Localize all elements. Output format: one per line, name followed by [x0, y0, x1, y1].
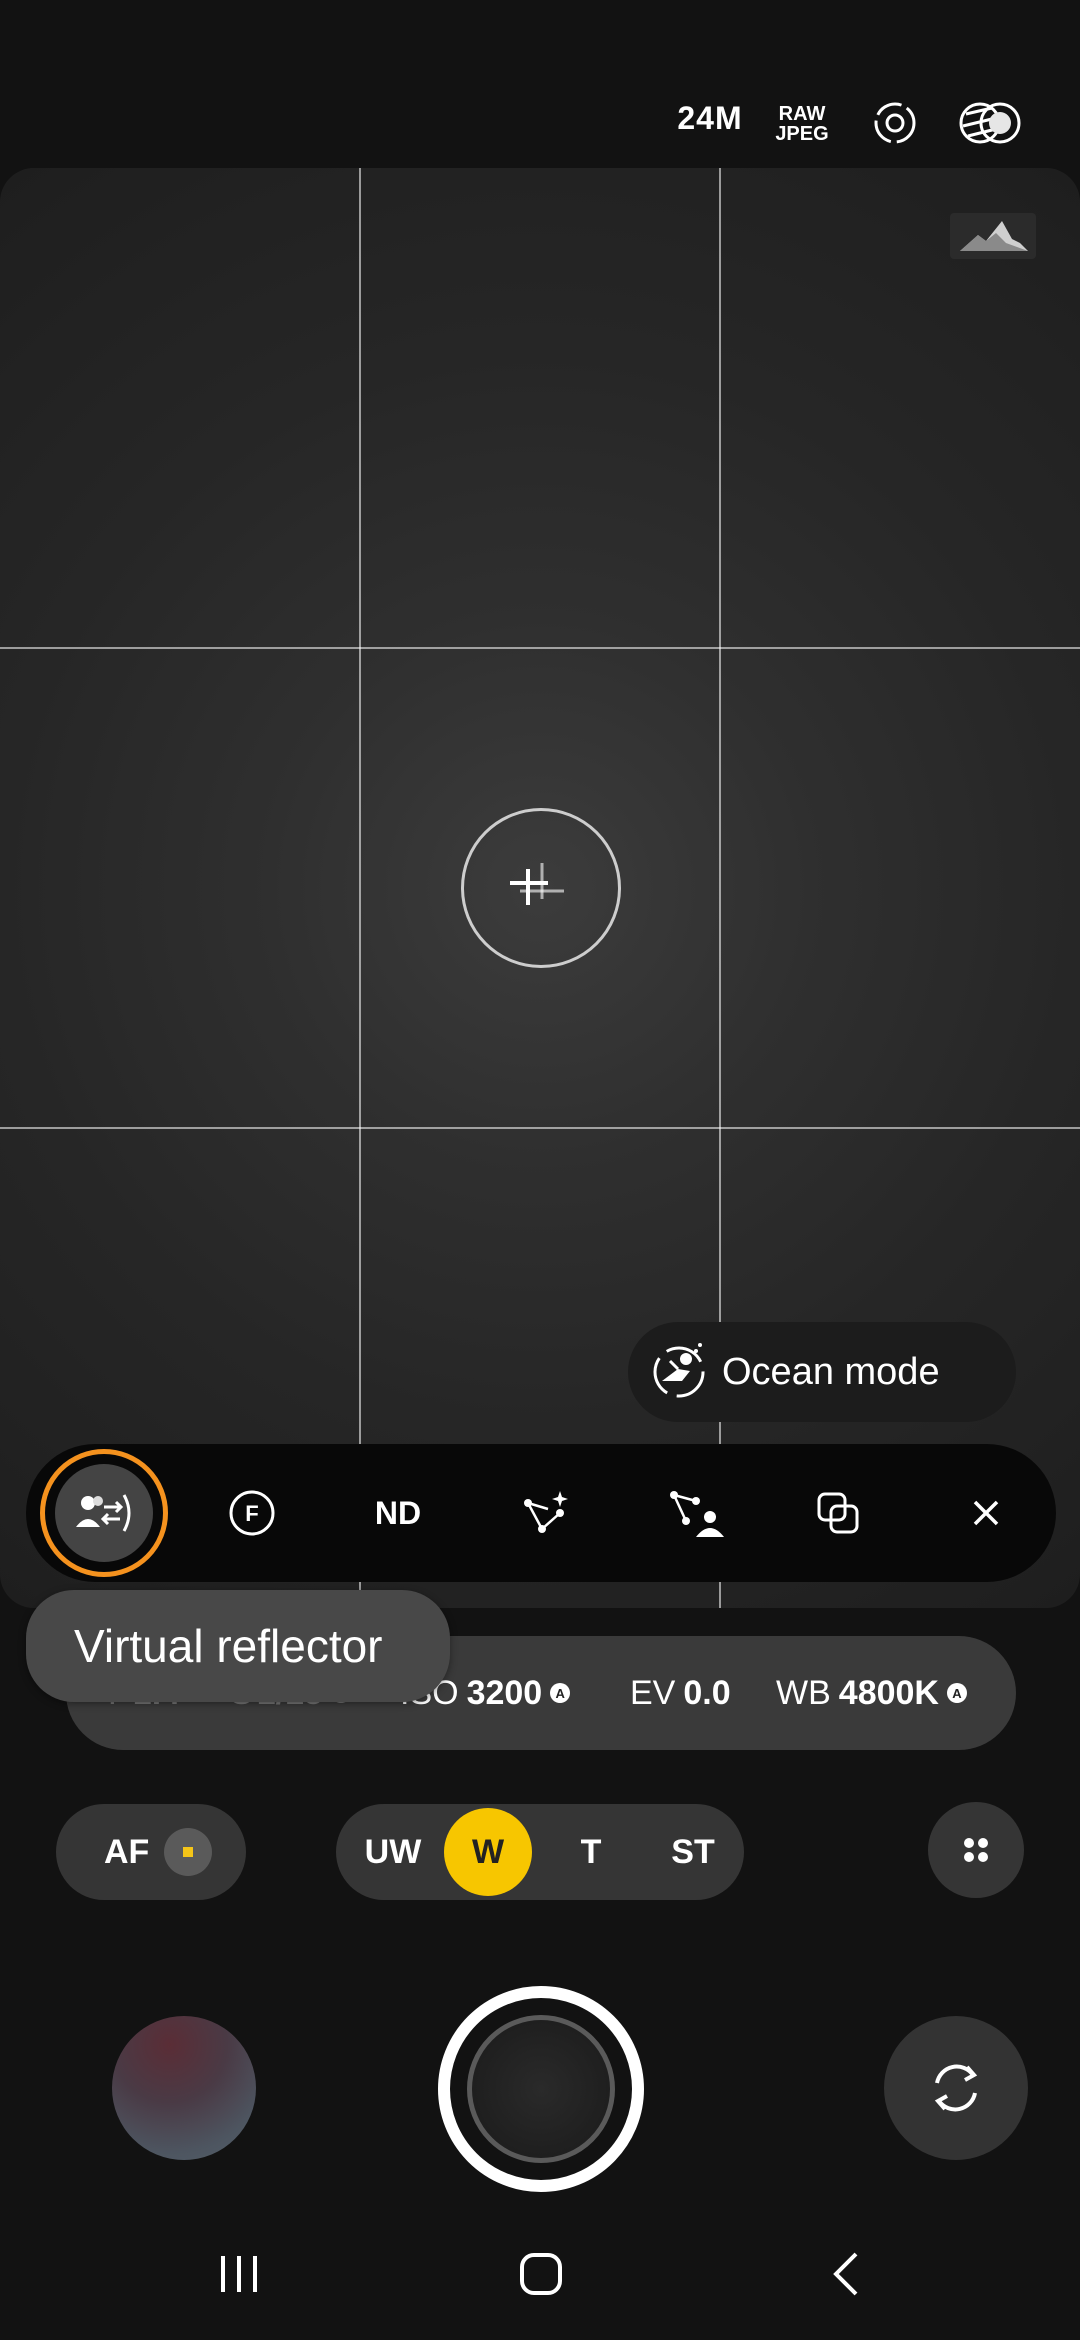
wb-setting[interactable]: WB 4800K A	[776, 1636, 967, 1750]
switch-camera-icon	[923, 2055, 989, 2121]
switch-camera-button[interactable]	[884, 2016, 1028, 2160]
recent-apps-button[interactable]	[194, 2236, 284, 2312]
nd-filter-button[interactable]: ND	[348, 1444, 448, 1582]
motion-photo-icon[interactable]	[868, 96, 922, 155]
nd-label: ND	[374, 1494, 422, 1531]
ev-label: EV	[630, 1673, 676, 1712]
auto-badge: A	[946, 1683, 967, 1703]
wb-label: WB	[776, 1673, 831, 1712]
histogram-icon[interactable]	[950, 213, 1036, 259]
four-dots-icon	[960, 1834, 992, 1866]
gallery-thumbnail[interactable]	[112, 2016, 256, 2160]
resolution-label[interactable]: 24M	[670, 100, 750, 137]
filter-icon[interactable]	[958, 96, 1024, 155]
filter-f-icon[interactable]: F	[202, 1444, 302, 1582]
af-label: AF	[104, 1832, 150, 1871]
recents-icon	[217, 2254, 261, 2294]
iso-value: 3200	[466, 1673, 543, 1712]
wb-value: 4800K	[838, 1673, 939, 1712]
portrait-effect-icon[interactable]	[646, 1444, 746, 1582]
close-icon[interactable]	[936, 1444, 1036, 1582]
ev-setting[interactable]: EV 0.0	[630, 1636, 731, 1750]
focus-area-icon	[164, 1828, 212, 1876]
star-effect-icon[interactable]	[496, 1444, 596, 1582]
auto-badge: A	[550, 1683, 571, 1703]
focus-crosshair-icon[interactable]	[461, 808, 621, 968]
diver-icon	[648, 1341, 710, 1403]
home-button[interactable]	[496, 2236, 586, 2312]
grid-line	[0, 647, 1080, 649]
layers-icon[interactable]	[788, 1444, 888, 1582]
home-icon	[519, 2252, 563, 2296]
ocean-mode-button[interactable]: Ocean mode	[628, 1322, 1016, 1422]
grid-line	[0, 1127, 1080, 1129]
svg-text:F: F	[245, 1501, 258, 1526]
format-jpeg-label: JPEG	[775, 123, 829, 145]
format-raw-label: RAW	[778, 103, 826, 125]
back-button[interactable]	[800, 2236, 890, 2312]
pro-toolbar: F ND	[26, 1444, 1056, 1582]
lens-uw-button[interactable]: UW	[348, 1804, 438, 1900]
lens-st-button[interactable]: ST	[648, 1804, 738, 1900]
lens-t-button[interactable]: T	[546, 1804, 636, 1900]
format-toggle[interactable]: RAW JPEG	[762, 104, 842, 144]
lens-selector: UW W T ST	[336, 1804, 744, 1900]
af-toggle[interactable]: AF	[56, 1804, 246, 1900]
grid-line	[359, 168, 361, 1608]
back-icon	[830, 2251, 860, 2297]
virtual-reflector-button[interactable]	[40, 1449, 168, 1577]
virtual-reflector-tooltip: Virtual reflector	[26, 1590, 450, 1702]
shutter-inner	[467, 2015, 615, 2163]
virtual-reflector-icon	[55, 1464, 153, 1562]
more-options-button[interactable]	[928, 1802, 1024, 1898]
ocean-mode-label: Ocean mode	[722, 1350, 940, 1393]
tooltip-text: Virtual reflector	[74, 1620, 383, 1672]
shutter-button[interactable]	[438, 1986, 644, 2192]
ev-value: 0.0	[683, 1673, 731, 1712]
lens-w-button[interactable]: W	[444, 1808, 532, 1896]
